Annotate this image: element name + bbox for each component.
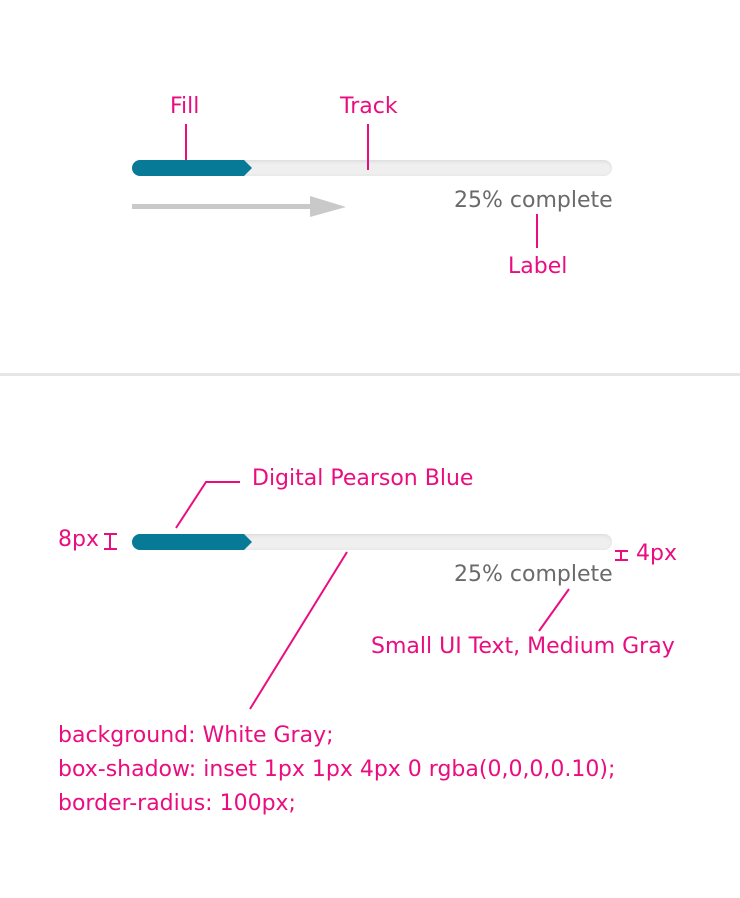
fill-color-callout: Digital Pearson Blue	[252, 466, 474, 491]
progress-fill	[132, 160, 252, 176]
css-notes-leader-line	[249, 551, 348, 710]
track-height-bracket-icon	[104, 533, 117, 550]
spec-progress-fill	[132, 534, 252, 550]
css-note-border-radius: border-radius: 100px;	[58, 791, 296, 816]
css-note-box-shadow: box-shadow: inset 1px 1px 4px 0 rgba(0,0…	[58, 757, 616, 782]
spec-progress-label: 25% complete	[454, 562, 613, 587]
section-divider	[0, 373, 740, 376]
direction-arrow-icon	[132, 196, 346, 217]
shadow-height-callout: 4px	[636, 541, 677, 566]
progress-track	[132, 160, 612, 176]
fill-color-leader-line	[175, 481, 240, 529]
label-style-leader-line	[538, 588, 570, 632]
label-callout: Label	[508, 254, 568, 279]
css-notes: background: White Gray; box-shadow: inse…	[58, 719, 615, 821]
fill-callout: Fill	[170, 94, 200, 119]
css-note-background: background: White Gray;	[58, 723, 334, 748]
track-callout: Track	[340, 94, 398, 119]
label-style-callout: Small UI Text, Medium Gray	[371, 634, 675, 659]
shadow-height-bracket-icon	[615, 550, 628, 561]
track-height-callout: 8px	[58, 527, 99, 552]
progress-label: 25% complete	[454, 188, 613, 213]
spec-progress-track	[132, 534, 612, 550]
